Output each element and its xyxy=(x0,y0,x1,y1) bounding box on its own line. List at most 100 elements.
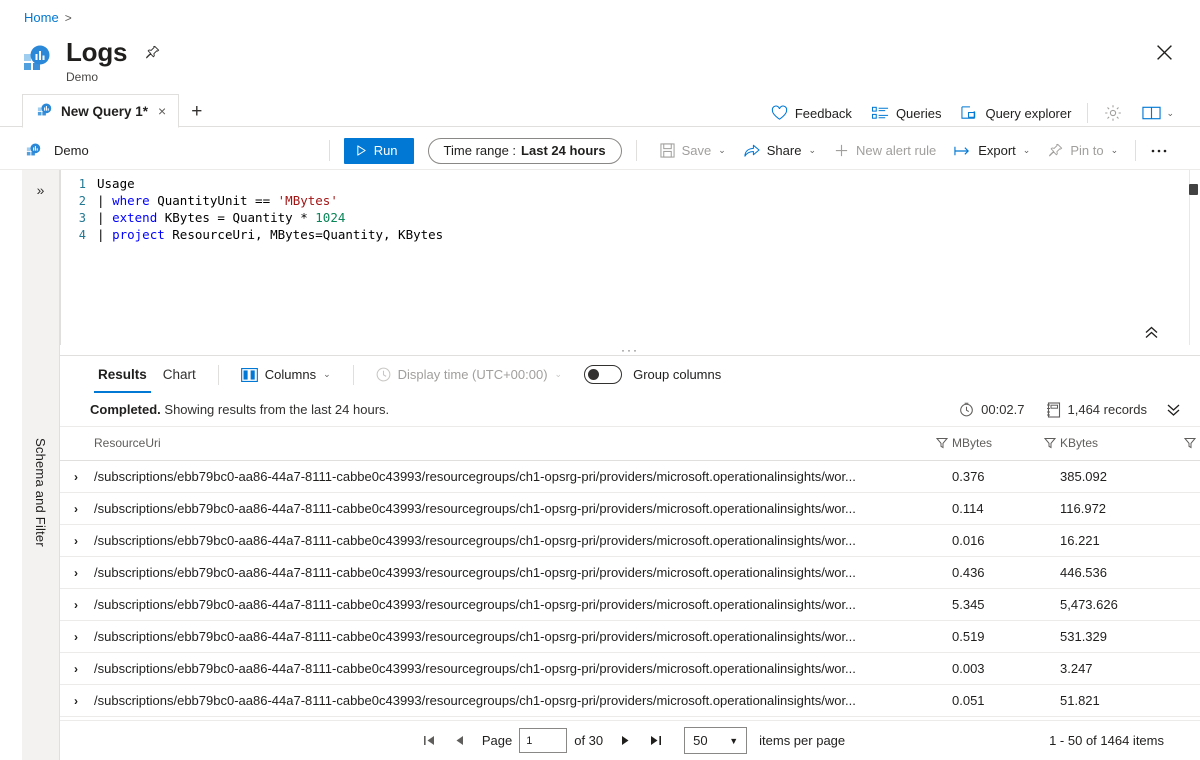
tab-chart[interactable]: Chart xyxy=(155,356,204,393)
code-token: where xyxy=(112,193,150,208)
page-number-input[interactable] xyxy=(519,728,568,753)
code-text[interactable]: Usage xyxy=(97,176,135,191)
save-icon xyxy=(660,143,675,158)
pagination-bar: Page of 30 50 ▼ items per page 1 - 50 of… xyxy=(60,720,1200,760)
divider xyxy=(217,364,219,385)
top-command-icons: Feedback Queries Query explorer ⌄ xyxy=(761,100,1184,126)
save-button[interactable]: Save ⌄ xyxy=(651,139,735,162)
add-query-tab-button[interactable]: + xyxy=(179,102,214,121)
table-row[interactable]: › /subscriptions/ebb79bc0-aa86-44a7-8111-… xyxy=(60,524,1200,557)
help-button[interactable]: ⌄ xyxy=(1132,101,1184,125)
settings-button[interactable] xyxy=(1094,100,1132,126)
export-button[interactable]: Export ⌄ xyxy=(945,139,1039,162)
results-grid[interactable]: ResourceUri MBytes KBytes › /subscriptio… xyxy=(60,427,1200,720)
row-expand-cell[interactable]: › xyxy=(60,652,94,685)
query-editor[interactable]: 1 Usage 2 | where QuantityUnit == 'MBytes' 3… xyxy=(60,170,1200,345)
queries-button[interactable]: Queries xyxy=(862,102,952,125)
cell-mbytes: 5.345 xyxy=(952,588,1060,621)
chevron-right-icon[interactable]: › xyxy=(60,502,78,516)
double-chevron-down-icon[interactable] xyxy=(1165,403,1182,416)
query-explorer-button[interactable]: Query explorer xyxy=(951,101,1081,125)
first-page-button[interactable] xyxy=(415,727,445,755)
chevron-right-icon[interactable]: › xyxy=(60,470,78,484)
table-row[interactable]: › /subscriptions/ebb79bc0-aa86-44a7-8111-… xyxy=(60,460,1200,493)
table-row[interactable]: › /subscriptions/ebb79bc0-aa86-44a7-8111-… xyxy=(60,652,1200,685)
filter-icon[interactable] xyxy=(1180,437,1200,449)
row-expand-cell[interactable]: › xyxy=(60,460,94,493)
page-title: Logs xyxy=(66,37,128,67)
chevron-right-icon[interactable]: › xyxy=(60,630,78,644)
ellipsis-icon[interactable]: ellipsis-icon xyxy=(177,41,199,63)
code-text[interactable]: | extend KBytes = Quantity * 1024 xyxy=(97,210,345,225)
editor-results-splitter[interactable]: ··· xyxy=(60,343,1200,357)
cell-kbytes: 531.329 xyxy=(1060,620,1200,653)
pin-icon[interactable] xyxy=(141,41,163,63)
code-area[interactable]: 1 Usage 2 | where QuantityUnit == 'MBytes' 3… xyxy=(61,170,1200,243)
close-icon[interactable]: × xyxy=(156,103,168,119)
code-token: QuantityUnit == xyxy=(149,193,278,208)
column-header-mbytes[interactable]: MBytes xyxy=(952,427,1060,461)
previous-page-button[interactable] xyxy=(445,727,475,755)
columns-icon xyxy=(240,367,258,382)
row-expand-cell[interactable]: › xyxy=(60,588,94,621)
schema-filter-rail[interactable]: » Schema and Filter xyxy=(22,170,60,760)
save-label: Save xyxy=(681,143,712,158)
pin-to-button[interactable]: Pin to ⌄ xyxy=(1039,139,1127,162)
table-row[interactable]: › /subscriptions/ebb79bc0-aa86-44a7-8111-… xyxy=(60,492,1200,525)
column-header-resourceuri[interactable]: ResourceUri xyxy=(94,427,952,461)
table-row[interactable]: › /subscriptions/ebb79bc0-aa86-44a7-8111-… xyxy=(60,556,1200,589)
code-text[interactable]: | where QuantityUnit == 'MBytes' xyxy=(97,193,338,208)
chevron-right-icon[interactable]: › xyxy=(60,662,78,676)
row-expand-cell[interactable]: › xyxy=(60,524,94,557)
run-button[interactable]: Run xyxy=(343,137,414,164)
duration-metric: 00:02.7 xyxy=(959,402,1025,417)
columns-button[interactable]: Columns ⌄ xyxy=(233,363,339,386)
new-alert-rule-label: New alert rule xyxy=(856,143,937,158)
more-commands-button[interactable] xyxy=(1144,144,1174,158)
table-row[interactable]: › /subscriptions/ebb79bc0-aa86-44a7-8111-… xyxy=(60,684,1200,717)
group-columns-toggle[interactable] xyxy=(584,365,623,384)
page-size-select[interactable]: 50 ▼ xyxy=(684,727,748,754)
page-label: Page xyxy=(481,733,513,748)
double-chevron-up-icon[interactable] xyxy=(1143,326,1160,339)
next-page-button[interactable] xyxy=(610,727,640,755)
code-token: 1024 xyxy=(315,210,346,225)
line-number: 3 xyxy=(78,210,86,225)
total-pages-label: of 30 xyxy=(574,733,604,748)
table-row[interactable]: › /subscriptions/ebb79bc0-aa86-44a7-8111-… xyxy=(60,620,1200,653)
scope-icon xyxy=(26,142,42,159)
cell-resourceuri: /subscriptions/ebb79bc0-aa86-44a7-8111-c… xyxy=(94,684,952,717)
close-icon[interactable] xyxy=(1150,38,1178,66)
cell-mbytes: 0.519 xyxy=(952,620,1060,653)
filter-icon[interactable] xyxy=(932,437,952,449)
group-columns-label: Group columns xyxy=(633,367,722,382)
last-page-button[interactable] xyxy=(640,727,670,755)
status-message: Completed. Showing results from the last… xyxy=(90,402,389,417)
row-expand-cell[interactable]: › xyxy=(60,556,94,589)
filter-icon[interactable] xyxy=(1040,437,1060,449)
cell-kbytes: 51.821 xyxy=(1060,684,1200,717)
new-alert-rule-button[interactable]: New alert rule xyxy=(825,139,945,162)
tab-results[interactable]: Results xyxy=(90,356,155,393)
query-tab[interactable]: New Query 1* × xyxy=(22,94,180,128)
row-expand-cell[interactable]: › xyxy=(60,684,94,717)
chevron-right-icon[interactable]: › xyxy=(60,598,78,612)
scope-selector[interactable]: Demo xyxy=(26,142,89,159)
chevron-right-icon[interactable]: › xyxy=(60,694,78,708)
chevron-right-icon[interactable]: › xyxy=(60,566,78,580)
double-chevron-right-icon[interactable]: » xyxy=(37,182,45,198)
share-button[interactable]: Share ⌄ xyxy=(735,139,825,162)
column-header-kbytes[interactable]: KBytes xyxy=(1060,427,1200,461)
table-body: › /subscriptions/ebb79bc0-aa86-44a7-8111-… xyxy=(60,460,1200,717)
row-expand-cell[interactable]: › xyxy=(60,620,94,653)
code-text[interactable]: | project ResourceUri, MBytes=Quantity, … xyxy=(97,227,443,242)
row-expand-cell[interactable]: › xyxy=(60,492,94,525)
time-range-picker[interactable]: Time range : Last 24 hours xyxy=(427,137,622,164)
cell-resourceuri: /subscriptions/ebb79bc0-aa86-44a7-8111-c… xyxy=(94,492,952,525)
chevron-right-icon[interactable]: › xyxy=(60,534,78,548)
time-range-value: Last 24 hours xyxy=(521,143,606,158)
breadcrumb-home[interactable]: Home xyxy=(24,10,59,25)
table-row[interactable]: › /subscriptions/ebb79bc0-aa86-44a7-8111-… xyxy=(60,588,1200,621)
feedback-button[interactable]: Feedback xyxy=(761,101,862,125)
schema-filter-label: Schema and Filter xyxy=(33,438,48,547)
